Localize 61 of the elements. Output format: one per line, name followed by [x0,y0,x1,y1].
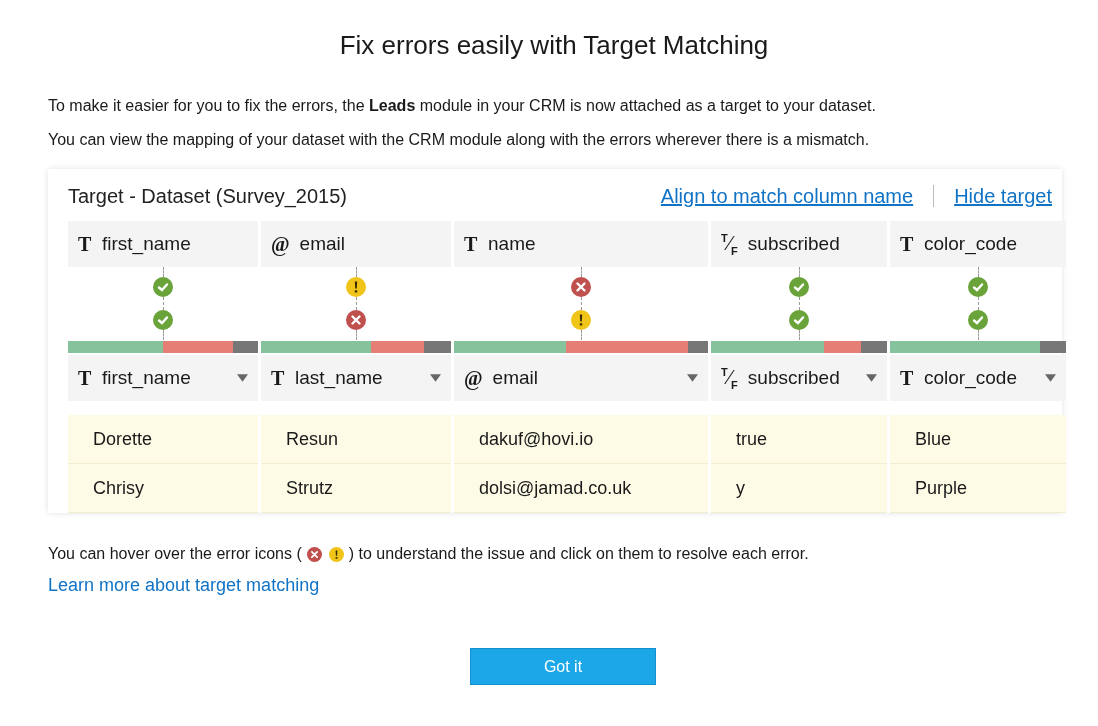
warning-icon[interactable] [346,277,366,297]
panel-title: Target - Dataset (Survey_2015) [68,184,348,208]
column-name: last_name [295,367,384,389]
type-icon: T [900,366,914,390]
table-cell: Resun [261,415,451,464]
table-cell: dakuf@hovi.io [454,415,708,464]
column-name: email [299,233,346,255]
table-cell: Blue [890,415,1066,464]
intro-text: To make it easier for you to fix the errors, the Leads module in your CRM is now attached as a target to your dataset. [48,96,876,116]
caret-icon [866,374,877,382]
type-icon: $^{T}$⁄$_{F}$ [721,231,738,257]
column-dropdown[interactable]: T color_code [890,355,1066,401]
link[interactable]: Align to match column name [660,184,914,208]
column-name: first_name [102,367,192,389]
warning-icon[interactable] [328,546,344,562]
caret-icon [237,374,248,382]
error-icon[interactable] [571,277,591,297]
check-icon [968,277,988,297]
table-cell: Chrisy [68,464,258,513]
column-name: subscribed [747,367,841,389]
type-icon: T [78,232,92,256]
error-icon[interactable] [346,310,366,330]
caret-icon [1045,374,1056,382]
check-icon [968,310,988,330]
error-icon[interactable] [306,546,322,562]
column-dropdown[interactable]: T first_name [68,355,258,401]
type-icon: $^{T}$⁄$_{F}$ [721,365,738,391]
check-icon [153,310,173,330]
column-name: name [488,233,537,255]
link[interactable]: Hide target [954,184,1052,208]
column-name: color_code [924,233,1018,255]
column-dropdown[interactable]: $^{T}$⁄$_{F}$ subscribed [711,355,887,401]
caret-icon [430,374,441,382]
dialog-title: Fix errors easily with Target Matching [339,30,769,61]
hint-text: ) to understand the issue and click on them to resolve each error. [348,545,809,563]
column-name: color_code [924,367,1018,389]
type-icon: @ [271,232,290,256]
check-icon [789,310,809,330]
type-icon: T [900,232,914,256]
column-dropdown[interactable]: @ email [454,355,708,401]
learn-more-link[interactable]: Learn more about target matching [48,575,320,596]
type-icon: T [464,232,478,256]
type-icon: @ [464,366,483,390]
check-icon [153,277,173,297]
column-name: first_name [102,233,192,255]
table-cell: true [711,415,887,464]
column-name: email [492,367,539,389]
table-cell: dolsi@jamad.co.uk [454,464,708,513]
warning-icon[interactable] [571,310,591,330]
caret-icon [687,374,698,382]
table-cell: y [711,464,887,513]
column-dropdown[interactable]: T last_name [261,355,451,401]
intro-text: You can view the mapping of your dataset with the CRM module along with the errors wherever there is a mismatch. [48,130,870,150]
type-icon: T [271,366,285,390]
hint-text: You can hover over the error icons ( [48,545,302,563]
table-cell: Dorette [68,415,258,464]
type-icon: T [78,366,92,390]
column-name: subscribed [747,233,841,255]
table-cell: Strutz [261,464,451,513]
check-icon [789,277,809,297]
table-cell: Purple [890,464,1066,513]
